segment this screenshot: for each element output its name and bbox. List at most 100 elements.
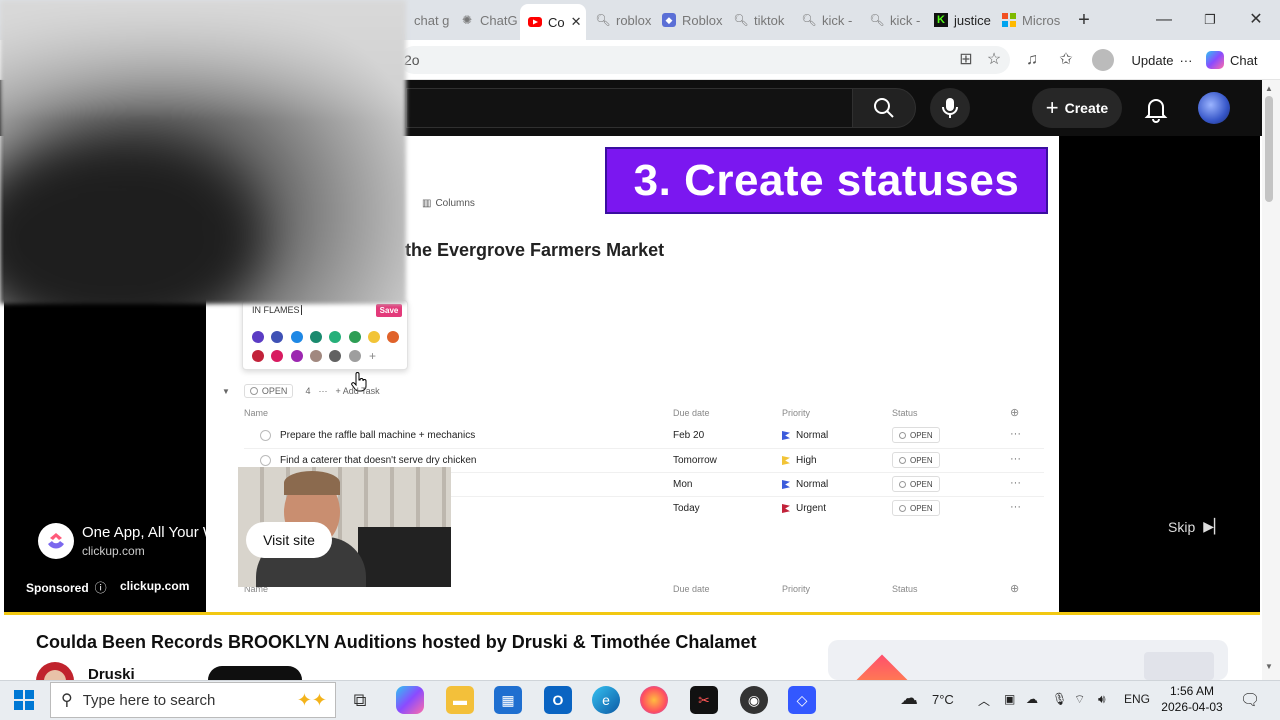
kick-icon: K: [934, 13, 948, 27]
temperature[interactable]: 7°C: [932, 692, 954, 707]
task-checkbox: [260, 430, 271, 441]
capcut-icon[interactable]: ✂: [690, 686, 718, 714]
restore-button[interactable]: ❐: [1200, 10, 1220, 30]
save-status-button: Save: [376, 304, 402, 317]
column-header-priority: Priority: [782, 584, 811, 594]
tab-roblox[interactable]: ◆ Roblox: [662, 6, 726, 34]
scroll-down-icon[interactable]: ▼: [1265, 662, 1273, 671]
status-popup: IN FLAMES Save +: [242, 300, 408, 370]
column-header-due: Due date: [673, 408, 710, 418]
meet-now-icon[interactable]: ▣: [1004, 692, 1015, 706]
tab-roblox-search[interactable]: 🔍︎ roblox: [596, 6, 654, 34]
subscribe-button[interactable]: [208, 666, 302, 680]
copilot-app-icon[interactable]: [396, 686, 424, 714]
microphone-icon: [942, 98, 958, 118]
priority-flag-icon: [782, 456, 790, 465]
tab-microsoft[interactable]: Micros: [1002, 6, 1062, 34]
voice-search-button[interactable]: [930, 88, 970, 128]
companion-ad-banner[interactable]: [828, 640, 1228, 680]
microphone-icon[interactable]: 🎙︎: [1052, 692, 1067, 706]
tab-label: Co: [548, 14, 565, 30]
roblox-studio-icon[interactable]: ◇: [788, 686, 816, 714]
notifications-bell-icon[interactable]: [1140, 94, 1172, 124]
tab-youtube-active[interactable]: Co ✕: [520, 4, 586, 40]
tab-label: tiktok: [754, 12, 785, 28]
user-avatar[interactable]: [1198, 92, 1230, 124]
color-swatch: [348, 331, 361, 343]
volume-icon[interactable]: 🔊︎: [1098, 692, 1106, 707]
search-icon: 🔍︎: [596, 13, 611, 27]
network-cloud-icon[interactable]: ☁: [1026, 692, 1038, 706]
store-icon[interactable]: ▦: [494, 686, 522, 714]
tab-chatgpt[interactable]: ✺ ChatG: [460, 6, 518, 34]
skip-ad-button[interactable]: Skip ▶▏: [1168, 518, 1225, 535]
profile-icon[interactable]: [1092, 49, 1114, 71]
minimize-button[interactable]: —: [1154, 10, 1174, 30]
tab-label: roblox: [616, 12, 652, 28]
ad-domain[interactable]: clickup.com: [82, 544, 145, 558]
favorite-star-icon[interactable]: ☆: [984, 50, 1004, 70]
group-more-icon: ···: [318, 386, 328, 396]
youtube-search-button[interactable]: [852, 88, 916, 128]
tab-label: ChatG: [480, 12, 518, 28]
taskbar-search-box[interactable]: ⚲ Type here to search ✦✦: [50, 682, 336, 718]
scroll-up-icon[interactable]: ▲: [1265, 84, 1273, 93]
visit-site-button[interactable]: Visit site: [246, 522, 332, 558]
status-circle-icon: [899, 504, 906, 512]
new-tab-button[interactable]: +: [1074, 10, 1094, 30]
language-indicator[interactable]: ENG: [1124, 692, 1150, 706]
channel-name[interactable]: Druski: [88, 666, 135, 680]
sponsor-domain[interactable]: clickup.com: [120, 579, 189, 593]
windows-start-icon[interactable]: [14, 690, 34, 715]
show-hidden-icons[interactable]: ︿: [978, 692, 990, 709]
create-button[interactable]: + Create: [1032, 88, 1122, 128]
weather-icon[interactable]: ☁: [900, 688, 918, 709]
columns-icon: ▥: [422, 198, 432, 209]
ad-title[interactable]: One App, All Your Work: [82, 524, 238, 541]
columns-label: Columns: [435, 198, 475, 209]
outlook-icon[interactable]: O: [544, 686, 572, 714]
notifications-icon[interactable]: 🗨︎: [1240, 690, 1260, 710]
extensions-icon[interactable]: ♫: [1022, 50, 1042, 70]
status-group-header: ▼ OPEN 4 ··· + Add Task: [222, 384, 380, 398]
taskbar-clock[interactable]: 1:56 AM 2026-04-03: [1158, 683, 1226, 715]
update-button[interactable]: Update ···: [1124, 46, 1200, 74]
youtube-search-input[interactable]: [406, 88, 852, 128]
color-swatch: [387, 331, 400, 343]
task-view-icon[interactable]: ⧉: [346, 686, 374, 714]
tab-kick-search-1[interactable]: 🔍︎ kick -: [802, 6, 858, 34]
url-field[interactable]: [400, 46, 1010, 74]
obs-icon[interactable]: ◉: [740, 686, 768, 714]
close-window-button[interactable]: ✕: [1246, 10, 1266, 30]
close-tab-icon[interactable]: ✕: [571, 14, 582, 30]
wifi-icon[interactable]: ⌔: [1074, 692, 1085, 707]
skip-next-icon: ▶▏: [1203, 518, 1225, 534]
priority-label: Urgent: [796, 503, 827, 514]
task-status-badge: OPEN: [892, 427, 940, 443]
info-icon[interactable]: ⓘ: [95, 579, 107, 596]
firefox-icon[interactable]: [640, 686, 668, 714]
search-highlight-icon: ✦✦: [296, 689, 327, 710]
url-text[interactable]: 2o: [404, 52, 420, 68]
tab-kick-search-2[interactable]: 🔍︎ kick -: [870, 6, 922, 34]
edge-icon[interactable]: e: [592, 686, 620, 714]
youtube-icon: [528, 15, 542, 29]
copilot-chat-button[interactable]: Chat: [1206, 46, 1272, 74]
tab-tiktok-search[interactable]: 🔍︎ tiktok: [734, 6, 792, 34]
tab-chat-g[interactable]: chat g: [414, 6, 454, 34]
favorites-icon[interactable]: ✩: [1056, 50, 1076, 70]
apps-icon[interactable]: ⊞: [956, 50, 976, 70]
tab-justice[interactable]: Kjustice: [934, 6, 994, 34]
status-circle-icon: [899, 480, 906, 488]
clickup-logo[interactable]: [38, 523, 74, 559]
ad-progress-bar[interactable]: [4, 612, 1260, 615]
color-swatch: [329, 331, 342, 343]
status-circle-icon: [899, 431, 906, 439]
status-label: OPEN: [910, 479, 933, 489]
row-more-icon: ···: [1010, 453, 1021, 465]
task-status-badge: OPEN: [892, 500, 940, 516]
status-badge: OPEN: [243, 384, 294, 398]
file-explorer-icon[interactable]: ▬: [446, 686, 474, 714]
scrollbar-thumb[interactable]: [1265, 96, 1273, 202]
add-column-icon: ⊕: [1010, 583, 1020, 595]
